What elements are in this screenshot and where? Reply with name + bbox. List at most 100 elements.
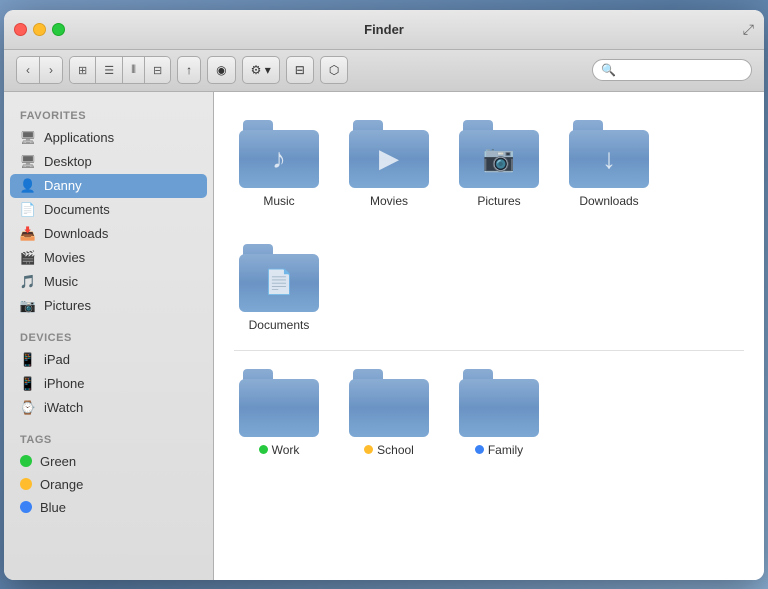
file-item-work[interactable]: Work [234,361,324,465]
file-label-pictures: Pictures [477,194,520,208]
sidebar-item-applications[interactable]: 🖥 Applications [4,126,213,150]
blue-tag-dot [20,501,32,513]
sidebar-item-desktop[interactable]: 🖥 Desktop [4,150,213,174]
file-item-music[interactable]: ♪ Music [234,112,324,216]
sidebar-label-iphone: iPhone [44,376,84,391]
folder-icon-downloads: ↓ [569,120,649,188]
sidebar-item-danny[interactable]: 👤 Danny [10,174,207,198]
toolbar: ‹ › ⊞ ☰ ⦀ ⊟ ↑ ◉ ⚙ ▾ ⊟ ⬡ 🔍 [4,50,764,92]
window-title: Finder [364,22,404,37]
eye-button[interactable]: ◉ [207,56,235,84]
main-content: FAVORITES 🖥 Applications 🖥 Desktop 👤 Dan… [4,92,764,580]
maximize-button[interactable] [52,23,65,36]
pictures-icon: 📷 [20,298,36,314]
music-icon: 🎵 [20,274,36,290]
green-tag-dot [20,455,32,467]
sidebar-label-documents: Documents [44,202,110,217]
orange-tag-dot [20,478,32,490]
file-item-downloads[interactable]: ↓ Downloads [564,112,654,216]
devices-section-title: DEVICES [4,326,213,348]
sidebar-item-downloads[interactable]: 📥 Downloads [4,222,213,246]
sidebar-item-iwatch[interactable]: ⌚ iWatch [4,396,213,420]
sidebar-label-orange: Orange [40,477,83,492]
traffic-lights [14,23,65,36]
file-label-downloads: Downloads [579,194,638,208]
forward-button[interactable]: › [40,57,62,83]
close-button[interactable] [14,23,27,36]
file-item-family[interactable]: Family [454,361,544,465]
sidebar-label-ipad: iPad [44,352,70,367]
zoom-icon[interactable]: ⤢ [743,21,754,38]
sidebar-item-documents[interactable]: 📄 Documents [4,198,213,222]
file-label-documents: Documents [249,318,310,332]
view-icon-button[interactable]: ⊞ [70,57,96,83]
sidebar-item-music[interactable]: 🎵 Music [4,270,213,294]
search-input[interactable] [620,63,743,77]
sidebar-label-blue: Blue [40,500,66,515]
sidebar-label-desktop: Desktop [44,154,92,169]
sidebar-item-green-tag[interactable]: Green [4,450,213,473]
sidebar-item-ipad[interactable]: 📱 iPad [4,348,213,372]
title-bar: Finder ⤢ [4,10,764,50]
view-buttons: ⊞ ☰ ⦀ ⊟ [69,56,171,84]
sidebar-item-pictures[interactable]: 📷 Pictures [4,294,213,318]
favorites-section-title: FAVORITES [4,104,213,126]
sidebar-label-iwatch: iWatch [44,400,83,415]
file-area: ♪ Music ▶ Movies [214,92,764,580]
file-label-music: Music [263,194,294,208]
nav-buttons: ‹ › [16,56,63,84]
view-column-button[interactable]: ⦀ [123,57,145,83]
tag-button[interactable]: ⬡ [320,56,348,84]
file-item-pictures[interactable]: 📷 Pictures [454,112,544,216]
sidebar-label-pictures: Pictures [44,298,91,313]
file-label-school: School [377,443,414,457]
family-tag-dot [475,445,484,454]
tags-section-title: TAGS [4,428,213,450]
folder-icon-pictures: 📷 [459,120,539,188]
applications-icon: 🖥 [20,130,36,146]
downloads-icon: 📥 [20,226,36,242]
folder-icon-work [239,369,319,437]
view-list-button[interactable]: ☰ [96,57,123,83]
file-item-movies[interactable]: ▶ Movies [344,112,434,216]
movies-icon: 🎬 [20,250,36,266]
iwatch-icon: ⌚ [20,400,36,416]
folder-icon-documents: 📄 [239,244,319,312]
minimize-button[interactable] [33,23,46,36]
search-icon: 🔍 [601,63,616,77]
sidebar-item-iphone[interactable]: 📱 iPhone [4,372,213,396]
share-button[interactable]: ↑ [177,56,201,84]
finder-window: Finder ⤢ ‹ › ⊞ ☰ ⦀ ⊟ ↑ ◉ ⚙ ▾ ⊟ ⬡ 🔍 FAVOR… [4,10,764,580]
file-label-family: Family [488,443,523,457]
gear-button[interactable]: ⚙ ▾ [242,56,280,84]
school-tag-dot [364,445,373,454]
file-item-school[interactable]: School [344,361,434,465]
file-label-work: Work [272,443,300,457]
view-cover-button[interactable]: ⊟ [145,57,170,83]
file-item-documents[interactable]: 📄 Documents [234,236,324,340]
folder-icon-music: ♪ [239,120,319,188]
sidebar-item-orange-tag[interactable]: Orange [4,473,213,496]
sidebar-label-music: Music [44,274,78,289]
iphone-icon: 📱 [20,376,36,392]
sidebar-label-movies: Movies [44,250,85,265]
sidebar-item-movies[interactable]: 🎬 Movies [4,246,213,270]
folder-icon-school [349,369,429,437]
search-box[interactable]: 🔍 [592,59,752,81]
files-grid-row1: ♪ Music ▶ Movies [234,112,744,340]
sidebar-label-green: Green [40,454,76,469]
sidebar-label-danny: Danny [44,178,82,193]
desktop-icon: 🖥 [20,154,36,170]
sidebar: FAVORITES 🖥 Applications 🖥 Desktop 👤 Dan… [4,92,214,580]
sidebar-label-downloads: Downloads [44,226,108,241]
danny-icon: 👤 [20,178,36,194]
ipad-icon: 📱 [20,352,36,368]
work-tag-dot [259,445,268,454]
sidebar-item-blue-tag[interactable]: Blue [4,496,213,519]
folder-icon-movies: ▶ [349,120,429,188]
folder-icon-family [459,369,539,437]
back-button[interactable]: ‹ [17,57,40,83]
delete-button[interactable]: ⊟ [286,56,314,84]
documents-icon: 📄 [20,202,36,218]
sidebar-label-applications: Applications [44,130,114,145]
